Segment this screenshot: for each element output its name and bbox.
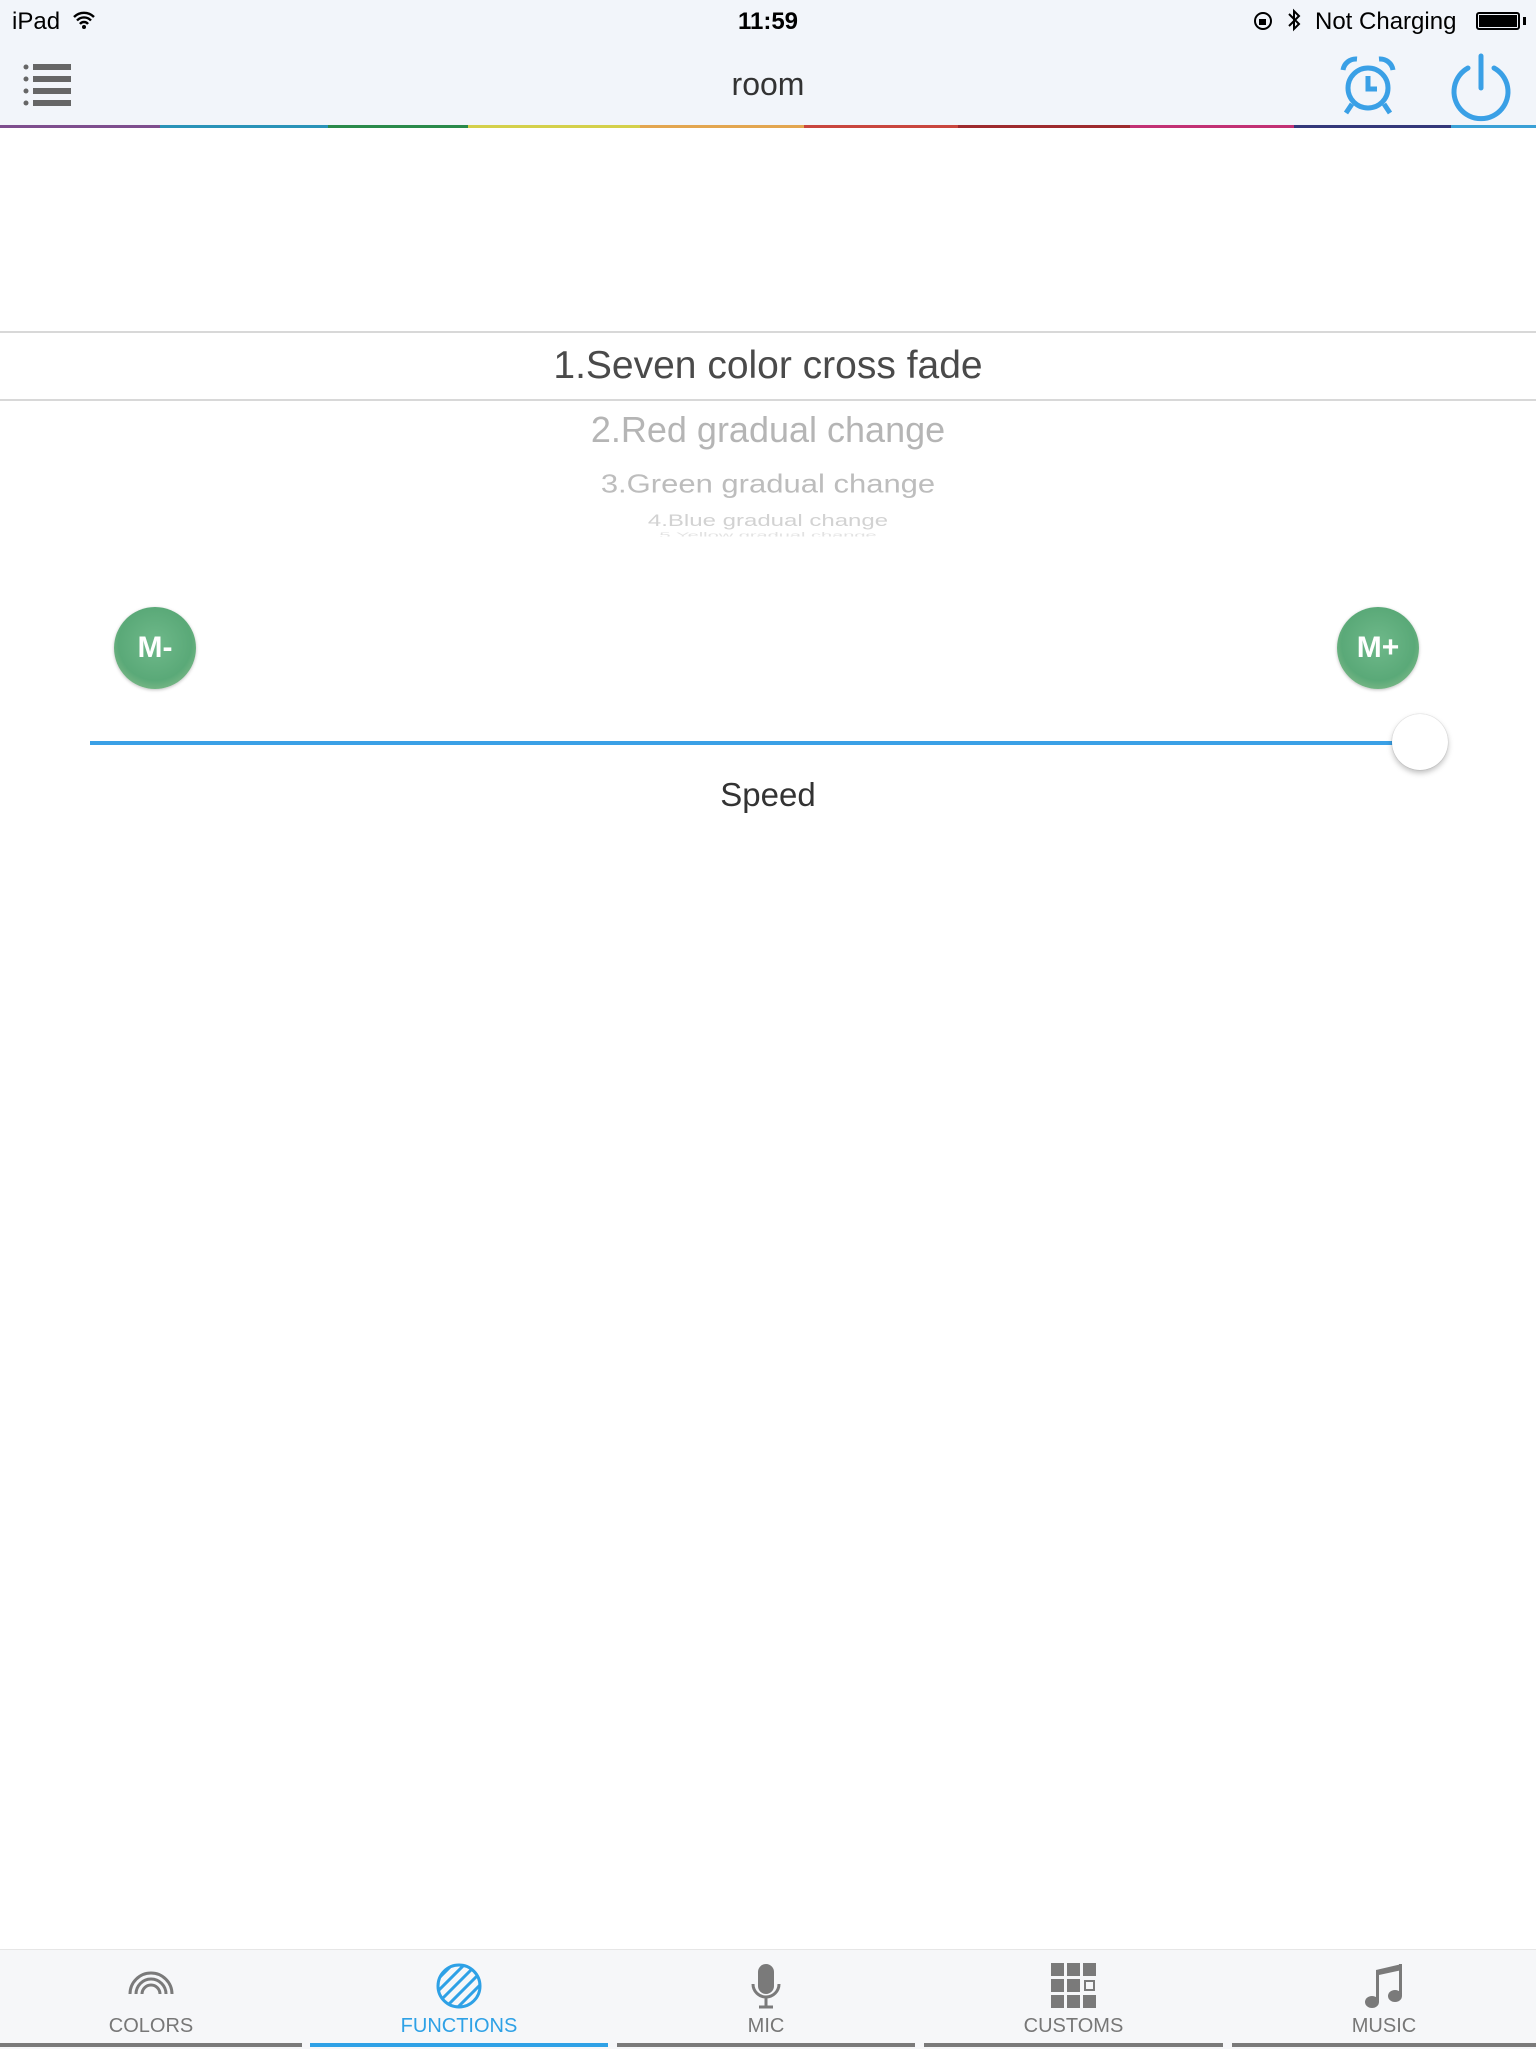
rainbow-segment [1451,125,1536,128]
rainbow-icon [128,1971,174,1995]
page-title: room [731,66,805,102]
rainbow-segment [640,125,804,128]
mode-plus-button[interactable]: M+ [1337,607,1419,689]
rainbow-segment [958,125,1130,128]
nav-bar: room [0,52,1536,125]
tab-label: MUSIC [1351,2015,1417,2037]
tab-label: COLORS [108,2015,194,2037]
battery-status: Not Charging [1315,8,1457,35]
picker-selected-item[interactable]: 1.Seven color cross fade [0,344,1536,388]
rainbow-segment [0,125,160,128]
status-bar: iPad 11:59 Not Charging [0,0,1536,52]
tab-label: FUNCTIONS [400,2015,518,2037]
tab-functions[interactable]: FUNCTIONS [310,1950,608,2049]
tab-music[interactable]: MUSIC [1232,1950,1536,2049]
alarm-clock-icon[interactable] [1338,54,1398,118]
rainbow-segment [804,125,958,128]
microphone-icon [751,1964,781,2009]
battery-icon [1476,12,1520,30]
rainbow-segment [160,125,328,128]
picker-item[interactable]: 5.Yellow gradual change [0,532,1536,537]
rainbow-segment [1294,125,1451,128]
picker-item[interactable]: 4.Blue gradual change [0,511,1536,531]
picker-item[interactable]: 3.Green gradual change [0,469,1536,500]
tab-label: CUSTOMS [1023,2015,1124,2037]
tab-customs[interactable]: CUSTOMS [924,1950,1223,2049]
speed-slider-track[interactable] [90,741,1420,745]
picker-top-line [0,331,1536,333]
rainbow-segment [328,125,468,128]
bluetooth-icon [1288,8,1301,32]
rotation-lock-icon [1254,12,1272,30]
mode-minus-button[interactable]: M- [114,607,196,689]
striped-circle-icon [436,1963,482,2009]
music-note-icon [1365,1964,1402,2008]
tab-colors[interactable]: COLORS [0,1950,302,2049]
tab-indicator [617,2043,915,2047]
grid-icon [1050,1963,1096,2008]
clock: 11:59 [737,8,799,35]
rainbow-segment [468,125,640,128]
tab-indicator [924,2043,1223,2047]
tab-bar: COLORS FUNCTIONS MIC CUSTOMS MUSIC [0,1949,1536,2049]
picker-item[interactable]: 2.Red gradual change [0,409,1536,451]
tab-indicator [1232,2043,1536,2047]
speed-label: Speed [720,776,816,813]
tab-indicator [310,2043,608,2047]
power-icon[interactable] [1448,52,1514,122]
speed-slider-thumb[interactable] [1392,714,1448,770]
speed-slider-fill [90,741,1420,745]
tab-indicator [0,2043,302,2047]
rainbow-segment [1130,125,1294,128]
picker-bottom-line [0,399,1536,401]
battery-tip [1523,17,1526,25]
rainbow-divider [0,125,1536,128]
tab-mic[interactable]: MIC [617,1950,915,2049]
tab-label: MIC [747,2015,785,2037]
